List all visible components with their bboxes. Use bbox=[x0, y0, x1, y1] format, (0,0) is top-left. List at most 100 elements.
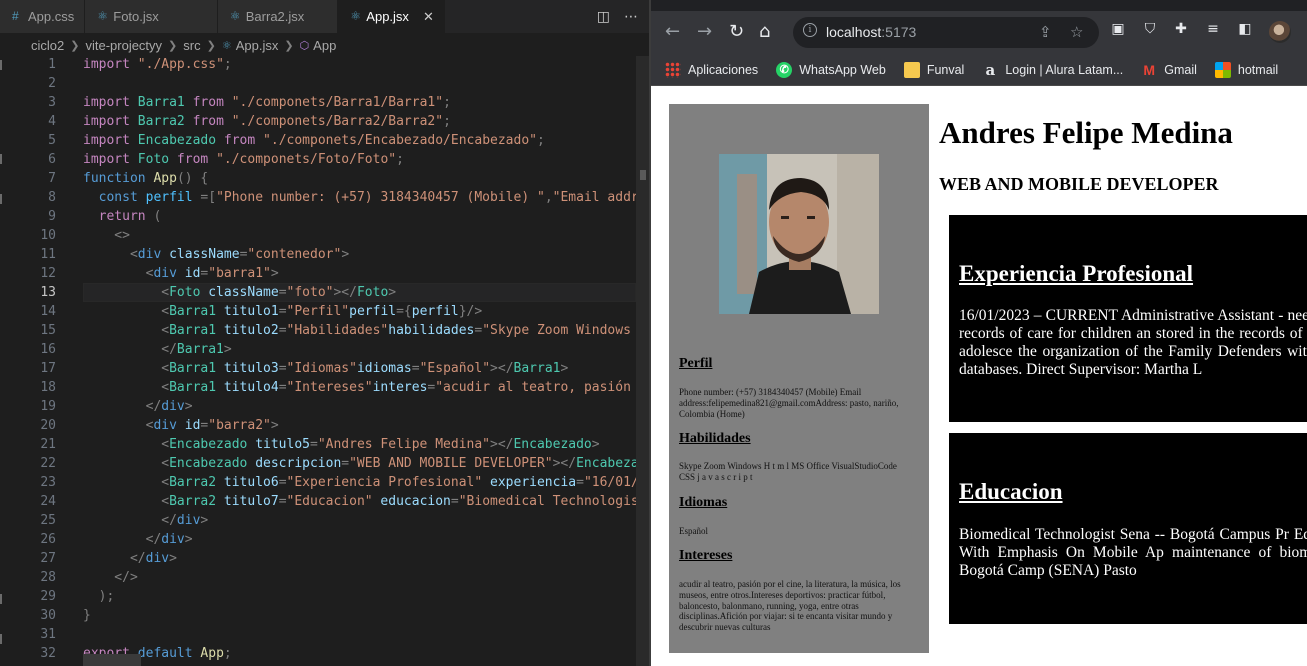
line-number: 32 bbox=[40, 646, 56, 661]
code-token: ; bbox=[396, 152, 404, 167]
breadcrumb-item[interactable]: ciclo2 bbox=[31, 38, 64, 53]
code-token: ></ bbox=[552, 456, 577, 471]
code-line[interactable]: 23 <Barra2 titulo6="Experiencia Profesio… bbox=[0, 473, 650, 492]
code-token: div bbox=[161, 399, 185, 414]
code-line[interactable]: 29 ); bbox=[0, 587, 650, 606]
code-text: <div id="barra1"> bbox=[83, 264, 279, 283]
url-text[interactable]: localhost:5173 bbox=[826, 24, 916, 40]
bookmark-whatsapp[interactable]: ✆ WhatsApp Web bbox=[776, 61, 886, 78]
code-line[interactable]: 9 return ( bbox=[0, 207, 650, 226]
breadcrumb-item[interactable]: App bbox=[313, 38, 336, 53]
code-line[interactable]: 24 <Barra2 titulo7="Educacion" educacion… bbox=[0, 492, 650, 511]
share-icon[interactable]: ⇪ bbox=[1039, 23, 1052, 41]
code-line[interactable]: 18 <Barra1 titulo4="Intereses"interes="a… bbox=[0, 378, 650, 397]
code-token: < bbox=[83, 247, 138, 262]
line-number: 17 bbox=[40, 361, 56, 376]
code-line[interactable]: 27 </div> bbox=[0, 549, 650, 568]
tab-foto-jsx[interactable]: ⚛ Foto.jsx bbox=[85, 0, 218, 33]
bookmark-star-icon[interactable]: ☆ bbox=[1070, 23, 1083, 41]
code-line[interactable]: 16 </Barra1> bbox=[0, 340, 650, 359]
forward-icon[interactable]: → bbox=[697, 21, 712, 42]
code-line[interactable]: 10 <> bbox=[0, 226, 650, 245]
code-token: > bbox=[560, 361, 569, 376]
reload-icon[interactable]: ↻ bbox=[729, 21, 744, 42]
line-number: 27 bbox=[40, 551, 56, 566]
code-token: ; bbox=[536, 133, 545, 148]
bookmark-hotmail[interactable]: hotmail bbox=[1214, 61, 1278, 78]
tab-app-jsx[interactable]: ⚛ App.jsx ✕ bbox=[338, 0, 445, 33]
code-line[interactable]: 6 import Foto from "./componets/Foto/Foto… bbox=[0, 150, 650, 169]
code-line[interactable]: 19 </div> bbox=[0, 397, 650, 416]
code-line[interactable]: 11 <div className="contenedor"> bbox=[0, 245, 650, 264]
split-editor-icon[interactable]: ◫ bbox=[597, 9, 610, 25]
back-icon[interactable]: ← bbox=[665, 21, 680, 42]
code-line[interactable]: 21 <Encabezado titulo5="Andres Felipe Me… bbox=[0, 435, 650, 454]
code-area[interactable]: 1 import "./App.css"; 2 3 import Barra1 from… bbox=[0, 55, 650, 663]
code-token: interes bbox=[372, 380, 428, 395]
gmail-icon: M bbox=[1143, 61, 1156, 78]
tab-label: App.css bbox=[28, 9, 75, 24]
code-line[interactable]: 1 import "./App.css"; bbox=[0, 55, 650, 74]
code-token: Barra2 bbox=[169, 475, 224, 490]
code-line[interactable]: 5 import Encabezado from "./componets/Enc… bbox=[0, 131, 650, 150]
browser-tab-strip[interactable] bbox=[651, 0, 1307, 11]
breadcrumb-item[interactable]: vite-projectyy bbox=[85, 38, 162, 53]
address-bar[interactable]: i localhost:5173 ⇪ ☆ bbox=[793, 17, 1099, 48]
code-line[interactable]: 15 <Barra1 titulo2="Habilidades"habilida… bbox=[0, 321, 650, 340]
code-text: const perfil =["Phone number: (+57) 3184… bbox=[83, 188, 650, 207]
code-line[interactable]: 22 <Encabezado descripcion="WEB AND MOBI… bbox=[0, 454, 650, 473]
code-token: "Educacion" bbox=[286, 494, 373, 509]
breadcrumb-item[interactable]: src bbox=[183, 38, 200, 53]
code-line[interactable]: 13 <Foto className="foto"></Foto> bbox=[0, 283, 650, 302]
code-token: = bbox=[278, 380, 287, 395]
code-line[interactable]: 30} bbox=[0, 606, 650, 625]
puzzle-extensions-icon[interactable]: ✚ bbox=[1173, 21, 1189, 37]
code-token: < bbox=[83, 418, 154, 433]
code-token: id bbox=[184, 266, 201, 281]
scrollbar-thumb[interactable] bbox=[636, 56, 650, 666]
code-editor[interactable]: # App.css ⚛ Foto.jsx ⚛ Barra2.jsx ⚛ App.… bbox=[0, 0, 650, 666]
code-line[interactable]: 14 <Barra1 titulo1="Perfil"perfil={perfi… bbox=[0, 302, 650, 321]
bookmark-alura[interactable]: a Login | Alura Latam... bbox=[982, 62, 1123, 78]
bookmark-gmail[interactable]: M Gmail bbox=[1141, 62, 1197, 78]
code-line[interactable]: 4 import Barra2 from "./componets/Barra2/… bbox=[0, 112, 650, 131]
extension-icon[interactable]: ▣ bbox=[1110, 21, 1126, 37]
site-info-icon[interactable]: i bbox=[803, 23, 817, 37]
breadcrumb-item[interactable]: App.jsx bbox=[236, 38, 279, 53]
side-panel-icon[interactable]: ◧ bbox=[1237, 21, 1253, 37]
code-line[interactable]: 28 </> bbox=[0, 568, 650, 587]
code-line[interactable]: 20 <div id="barra2"> bbox=[0, 416, 650, 435]
code-token: titulo1 bbox=[223, 304, 279, 319]
home-icon[interactable]: ⌂ bbox=[759, 21, 770, 42]
code-token: idiomas bbox=[356, 361, 412, 376]
tab-barra2-jsx[interactable]: ⚛ Barra2.jsx bbox=[217, 0, 339, 33]
code-line[interactable]: 17 <Barra1 titulo3="Idiomas"idiomas="Esp… bbox=[0, 359, 650, 378]
more-actions-icon[interactable]: ⋯ bbox=[624, 9, 638, 25]
vertical-scrollbar[interactable] bbox=[636, 56, 650, 666]
close-icon[interactable]: ✕ bbox=[423, 9, 434, 25]
code-line[interactable]: 3 import Barra1 from "./componets/Barra1/… bbox=[0, 93, 650, 112]
horizontal-scrollbar[interactable] bbox=[83, 654, 141, 666]
reading-list-icon[interactable]: ≡ bbox=[1205, 21, 1221, 37]
tab-app-css[interactable]: # App.css bbox=[0, 0, 86, 33]
line-number: 5 bbox=[48, 133, 56, 148]
code-line[interactable]: 12 <div id="barra1"> bbox=[0, 264, 650, 283]
react-file-icon: ⚛ bbox=[229, 9, 241, 23]
shield-extension-icon[interactable]: ⛉ bbox=[1142, 21, 1158, 37]
bookmark-aplicaciones[interactable]: Aplicaciones bbox=[665, 61, 758, 78]
code-line[interactable]: 2 bbox=[0, 74, 650, 93]
code-line[interactable]: 25 </div> bbox=[0, 511, 650, 530]
code-token: div bbox=[153, 418, 185, 433]
code-line[interactable]: 7 function App() { bbox=[0, 169, 650, 188]
editor-actions: ◫ ⋯ bbox=[597, 0, 638, 33]
bookmark-funval[interactable]: Funval bbox=[903, 61, 964, 78]
code-line[interactable]: 8 const perfil =["Phone number: (+57) 31… bbox=[0, 188, 650, 207]
chevron-right-icon: ❯ bbox=[284, 39, 294, 52]
code-line[interactable]: 31 bbox=[0, 625, 650, 644]
profile-avatar[interactable] bbox=[1269, 21, 1291, 43]
code-token: Barra1 bbox=[176, 342, 224, 357]
code-line[interactable]: 26 </div> bbox=[0, 530, 650, 549]
code-token: () { bbox=[176, 171, 209, 186]
resume-name: Andres Felipe Medina bbox=[939, 115, 1233, 150]
code-token: "Intereses" bbox=[286, 380, 373, 395]
